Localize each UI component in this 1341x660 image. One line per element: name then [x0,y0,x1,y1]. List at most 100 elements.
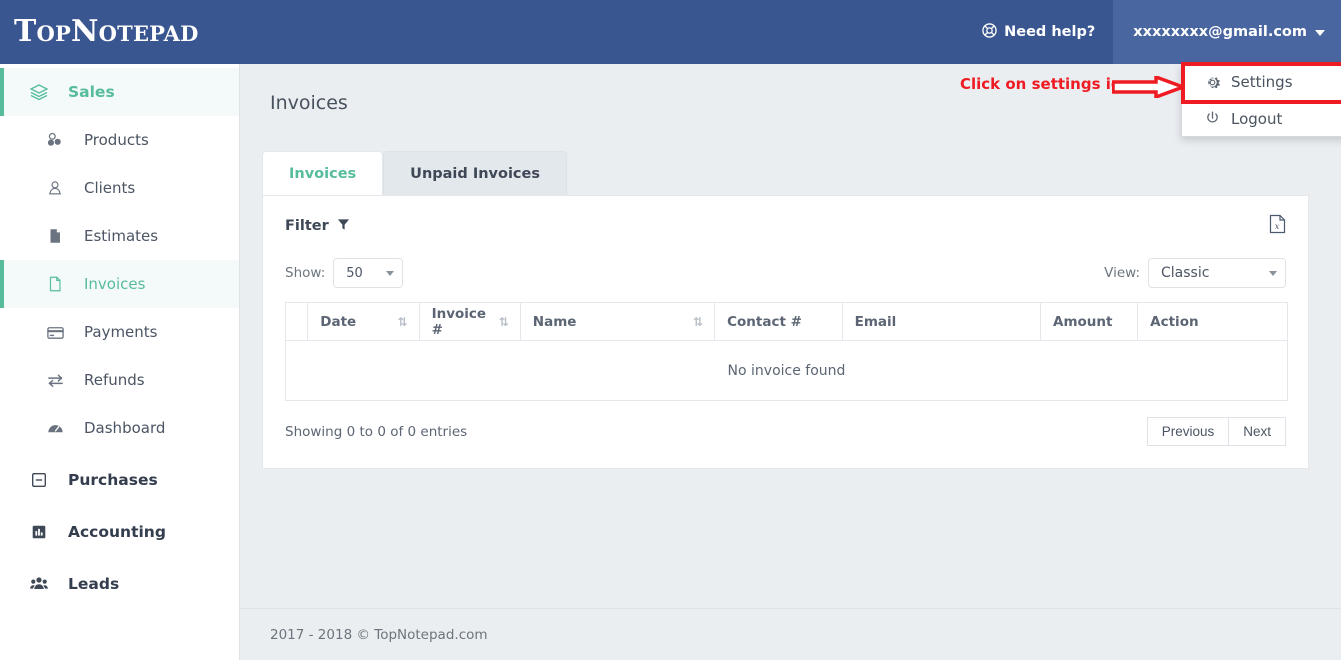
footer-copyright: 2017 - 2018 © TopNotepad.com [270,626,488,643]
cubes-icon [42,131,68,149]
table-header-amount: Amount [1039,302,1139,341]
tab-unpaid-invoices-label: Unpaid Invoices [410,166,540,182]
sidebar-item-invoices[interactable]: Invoices [0,260,239,308]
sidebar-item-accounting-label: Accounting [68,523,166,541]
panel-toolbar: Filter x [285,214,1286,238]
view-label: View: [1104,265,1140,281]
table-header-email-label: Email [854,313,897,330]
sidebar-item-accounting[interactable]: Accounting [0,508,239,556]
show-entries-label: Show: [285,265,326,281]
table-footer: Showing 0 to 0 of 0 entries Previous Nex… [285,417,1286,446]
credit-card-icon [42,323,68,342]
table-header-amount-label: Amount [1053,313,1113,330]
view-select[interactable]: Classic [1148,258,1286,288]
entries-info-label: Showing 0 to 0 of 0 entries [285,423,468,440]
table-header-contact-number-label: Contact # [727,313,802,330]
table-header-date[interactable]: Date ⇅ [307,302,420,341]
show-entries-select[interactable]: 50 [333,258,404,288]
sidebar-item-refunds[interactable]: Refunds [0,356,239,404]
user-icon [42,179,68,197]
view-control-group: View: Classic [1104,258,1286,288]
dropdown-item-logout[interactable]: Logout [1182,100,1341,136]
sidebar-item-payments-label: Payments [84,323,158,341]
user-email-label: xxxxxxxx@gmail.com [1133,24,1307,40]
sidebar-item-dashboard[interactable]: Dashboard [0,404,239,452]
user-dropdown-menu[interactable]: Settings Logout [1181,64,1341,137]
table-header-email: Email [841,302,1042,341]
funnel-icon [337,218,350,235]
sidebar-item-purchases-label: Purchases [68,471,158,489]
need-help-button[interactable]: Need help? [964,0,1113,64]
chevron-down-icon [1315,30,1325,36]
sidebar-item-products[interactable]: Products [0,116,239,164]
annotation-arrow [1111,74,1189,102]
excel-export-button[interactable]: x [1269,214,1286,238]
user-account-menu[interactable]: xxxxxxxx@gmail.com [1113,0,1341,64]
gear-icon [1204,74,1221,91]
file-outline-icon [42,275,68,293]
sort-icon: ⇅ [397,314,408,329]
table-header-row: Date ⇅ Invoice # ⇅ Name ⇅ Contact # Emai… [284,302,1288,341]
sidebar-item-clients-label: Clients [84,179,136,197]
main-content-area: Invoices Invoices Unpaid Invoices Filter [240,64,1341,660]
header-right-area: Need help? xxxxxxxx@gmail.com [964,0,1341,64]
tab-invoices-label: Invoices [289,166,357,182]
tab-bar: Invoices Unpaid Invoices [262,151,1341,195]
filter-label: Filter [285,218,329,234]
view-value: Classic [1161,265,1210,281]
table-header-action-label: Action [1150,313,1199,330]
pagination-previous-button[interactable]: Previous [1146,417,1230,446]
sidebar-item-invoices-label: Invoices [84,275,146,293]
table-header-date-label: Date [320,313,357,330]
dropdown-item-settings-label: Settings [1231,73,1293,91]
sidebar-item-sales-label: Sales [68,83,115,101]
file-icon [42,227,68,245]
sidebar-item-estimates-label: Estimates [84,227,159,245]
dropdown-item-logout-label: Logout [1231,109,1283,128]
filter-toggle[interactable]: Filter [285,218,350,235]
page-footer: 2017 - 2018 © TopNotepad.com [240,608,1341,660]
app-logo[interactable]: TopNotepad [14,17,199,47]
sidebar-item-clients[interactable]: Clients [0,164,239,212]
table-header-name[interactable]: Name ⇅ [519,302,716,341]
table-header-name-label: Name [532,313,577,330]
sidebar-navigation: Sales Products Clients Estimates Invoice… [0,64,240,660]
invoices-panel: Filter x Show: 50 View: Classic Date ⇅ I… [262,195,1309,469]
pagination-next-button[interactable]: Next [1229,417,1286,446]
power-icon [1204,110,1221,127]
tab-invoices[interactable]: Invoices [262,151,384,195]
sidebar-item-products-label: Products [84,131,149,149]
table-header-select [284,302,309,341]
sort-icon: ⇅ [693,314,703,329]
sidebar-item-dashboard-label: Dashboard [84,419,166,437]
table-empty-message: No invoice found [285,340,1288,401]
sidebar-item-leads[interactable]: Leads [0,560,239,608]
users-icon [26,574,52,594]
sidebar-item-purchases[interactable]: Purchases [0,456,239,504]
chevron-down-icon [1269,270,1277,276]
tab-unpaid-invoices[interactable]: Unpaid Invoices [383,151,567,195]
invoices-table: Date ⇅ Invoice # ⇅ Name ⇅ Contact # Emai… [284,302,1288,401]
table-empty-row: No invoice found [285,340,1288,401]
table-header-contact-number: Contact # [714,302,843,341]
exchange-icon [42,371,68,390]
sidebar-item-payments[interactable]: Payments [0,308,239,356]
table-controls-row: Show: 50 View: Classic [285,258,1286,288]
sidebar-item-sales[interactable]: Sales [0,68,239,116]
table-header-action: Action [1137,302,1288,341]
chevron-down-icon [386,270,395,276]
minus-square-icon [26,471,52,489]
table-header-invoice-number-label: Invoice # [431,305,487,338]
table-header-invoice-number[interactable]: Invoice # ⇅ [418,302,521,341]
dropdown-item-settings[interactable]: Settings [1182,64,1341,100]
need-help-label: Need help? [1004,24,1096,40]
layers-icon [26,82,52,102]
sidebar-item-refunds-label: Refunds [84,371,145,389]
bar-chart-icon [26,523,52,541]
life-ring-icon [982,22,997,42]
sidebar-item-leads-label: Leads [68,575,120,593]
sidebar-item-estimates[interactable]: Estimates [0,212,239,260]
top-header-bar: TopNotepad Need help? xxxxxxxx@gmail.com [0,0,1341,64]
show-entries-value: 50 [346,265,363,281]
dashboard-icon [42,419,68,438]
